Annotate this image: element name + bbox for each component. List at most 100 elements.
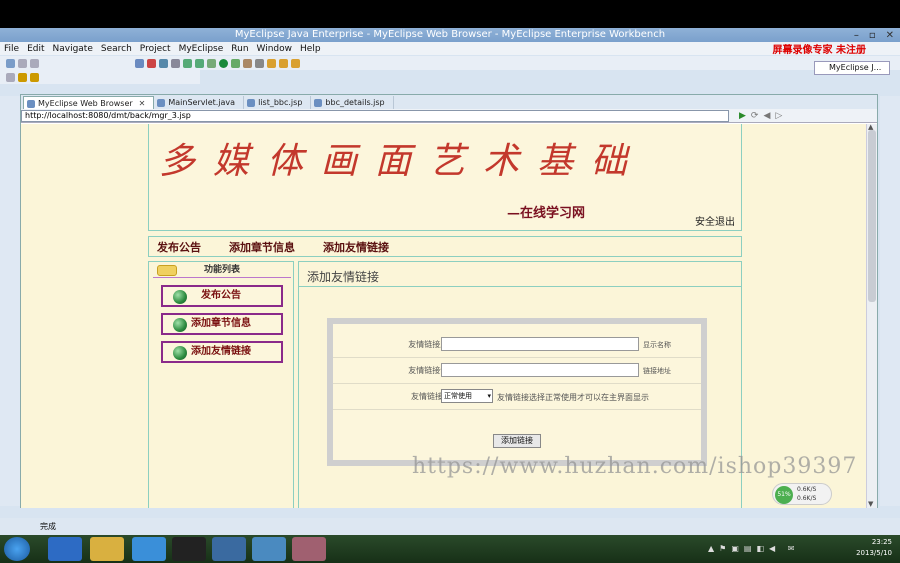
menu-window[interactable]: Window: [257, 44, 293, 54]
forward-icon[interactable]: ▷: [775, 111, 782, 121]
save-icon[interactable]: [18, 58, 27, 68]
nav-add-link[interactable]: 添加友情链接: [323, 239, 389, 255]
search-icon[interactable]: [171, 58, 180, 68]
recorder-icon[interactable]: [292, 537, 326, 561]
nav-add-chapter[interactable]: 添加章节信息: [229, 239, 295, 255]
web-page: 多媒体画面艺术基础 —在线学习网 安全退出 发布公告 添加章节信息 添加友情链接…: [148, 124, 742, 508]
clock-date: 2013/5/10: [856, 549, 892, 557]
globe-icon: [173, 290, 187, 304]
folder-icon[interactable]: [90, 537, 124, 561]
menu-help[interactable]: Help: [300, 44, 321, 54]
divider: [299, 286, 741, 287]
tab-label: MainServlet.java: [168, 98, 236, 107]
sidebar-item-add-link[interactable]: 添加友情链接: [161, 341, 283, 363]
play-icon[interactable]: [219, 58, 228, 68]
sidebar-item-publish-notice[interactable]: 发布公告: [161, 285, 283, 307]
main-title: 添加友情链接: [307, 270, 380, 284]
wizard-icon[interactable]: [183, 58, 192, 68]
vertical-scrollbar[interactable]: ▲ ▼: [866, 123, 877, 508]
submit-button[interactable]: 添加链接: [493, 434, 541, 448]
scroll-thumb[interactable]: [868, 130, 876, 302]
server-icon[interactable]: [147, 58, 156, 68]
browser-viewport: 多媒体画面艺术基础 —在线学习网 安全退出 发布公告 添加章节信息 添加友情链接…: [21, 124, 867, 508]
scroll-down-icon[interactable]: ▼: [868, 500, 873, 508]
link-url-input[interactable]: [441, 363, 639, 377]
player-icon[interactable]: [252, 537, 286, 561]
menu-myeclipse[interactable]: MyEclipse: [179, 44, 224, 54]
eclipse-window: MyEclipse Java Enterprise - MyEclipse We…: [0, 28, 900, 535]
sidebar-title: 功能列表: [153, 263, 291, 278]
clock[interactable]: 23:25 2013/5/10: [856, 537, 892, 559]
myeclipse-icon[interactable]: [212, 537, 246, 561]
network-widget: 51% 0.6K/S 0.6K/S: [772, 483, 832, 505]
window-titlebar: MyEclipse Java Enterprise - MyEclipse We…: [0, 28, 900, 42]
tab-label: bbc_details.jsp: [325, 98, 385, 107]
ie-icon[interactable]: [132, 537, 166, 561]
chevron-down-icon: ▾: [487, 392, 491, 400]
link-name-input[interactable]: [441, 337, 639, 351]
maximize-button[interactable]: ▫: [869, 29, 876, 43]
new-icon[interactable]: [6, 58, 15, 68]
back-icon[interactable]: [18, 72, 27, 82]
function-sidebar: 功能列表 发布公告 添加章节信息 添加友情链接: [148, 261, 294, 508]
download-speed: 0.6K/S: [797, 495, 817, 502]
menu-project[interactable]: Project: [140, 44, 171, 54]
nav-icon[interactable]: [6, 72, 15, 82]
run-icon[interactable]: [207, 58, 216, 68]
url-bar: ▶ ⟳ ◀ ▷: [21, 109, 877, 123]
sidebar-item-add-chapter[interactable]: 添加章节信息: [161, 313, 283, 335]
menu-file[interactable]: File: [4, 44, 19, 54]
tab-list-bbc[interactable]: list_bbc.jsp: [244, 96, 312, 109]
tab-bbc-details[interactable]: bbc_details.jsp: [311, 96, 394, 109]
deploy-icon[interactable]: [135, 58, 144, 68]
go-icon[interactable]: ▶: [739, 111, 746, 121]
close-button[interactable]: ✕: [886, 29, 894, 43]
menu-bar: File Edit Navigate Search Project MyEcli…: [0, 42, 900, 56]
nav-publish-notice[interactable]: 发布公告: [157, 239, 201, 255]
tab-web-browser[interactable]: MyEclipse Web Browser ✕: [23, 96, 155, 109]
left-trim: [0, 96, 20, 506]
menu-run[interactable]: Run: [231, 44, 248, 54]
folder-icon: [157, 265, 177, 276]
name-hint: 显示名称: [643, 341, 671, 349]
globe-icon: [173, 318, 187, 332]
close-icon[interactable]: ✕: [139, 99, 146, 108]
use-select[interactable]: 正常使用 ▾: [441, 389, 493, 403]
menu-search[interactable]: Search: [101, 44, 132, 54]
back-icon[interactable]: ◀: [763, 111, 770, 121]
status-bar: 完成: [0, 518, 900, 535]
network-percent: 51%: [775, 486, 793, 504]
editor-area: MyEclipse Web Browser ✕ MainServlet.java …: [20, 94, 878, 508]
url-hint: 链接地址: [643, 367, 671, 375]
tool-icon[interactable]: [243, 58, 252, 68]
forward-icon[interactable]: [30, 72, 39, 82]
terminal-icon[interactable]: [172, 537, 206, 561]
url-input[interactable]: [21, 109, 729, 122]
external-icon[interactable]: [255, 58, 264, 68]
app-icon[interactable]: [48, 537, 82, 561]
use-hint: 友情链接选择正常使用才可以在主界面显示: [497, 393, 649, 402]
right-trim: [880, 96, 900, 506]
link-form: 友情链接显示名称: 显示名称 友情链接询问链接: 链接地址 友情链接是否使用 正…: [327, 318, 707, 466]
refresh-icon[interactable]: ⟳: [751, 111, 759, 121]
status-text: 完成: [40, 522, 56, 531]
windows-taskbar: ▲⚑▣▤◧◀ ✉ 23:25 2013/5/10: [0, 535, 900, 563]
tab-mainservlet[interactable]: MainServlet.java: [154, 96, 245, 109]
start-icon[interactable]: [4, 537, 30, 561]
browser-icon[interactable]: [159, 58, 168, 68]
folder-icon[interactable]: [267, 58, 276, 68]
perspective-switcher[interactable]: MyEclipse J...: [814, 61, 890, 75]
gear-icon[interactable]: [195, 58, 204, 68]
clock-time: 23:25: [871, 538, 892, 546]
menu-navigate[interactable]: Navigate: [53, 44, 93, 54]
sidebar-item-label: 添加章节信息: [191, 318, 251, 329]
print-icon[interactable]: [30, 58, 39, 68]
folder-icon[interactable]: [291, 58, 300, 68]
folder-icon[interactable]: [279, 58, 288, 68]
recorder-label: 屏幕录像专家 未注册: [772, 45, 866, 56]
site-subtitle: —在线学习网: [507, 206, 586, 221]
logout-link[interactable]: 安全退出: [695, 213, 735, 228]
menu-edit[interactable]: Edit: [27, 44, 44, 54]
tray-icons[interactable]: ▲⚑▣▤◧◀ ✉: [708, 544, 799, 553]
debug-icon[interactable]: [231, 58, 240, 68]
